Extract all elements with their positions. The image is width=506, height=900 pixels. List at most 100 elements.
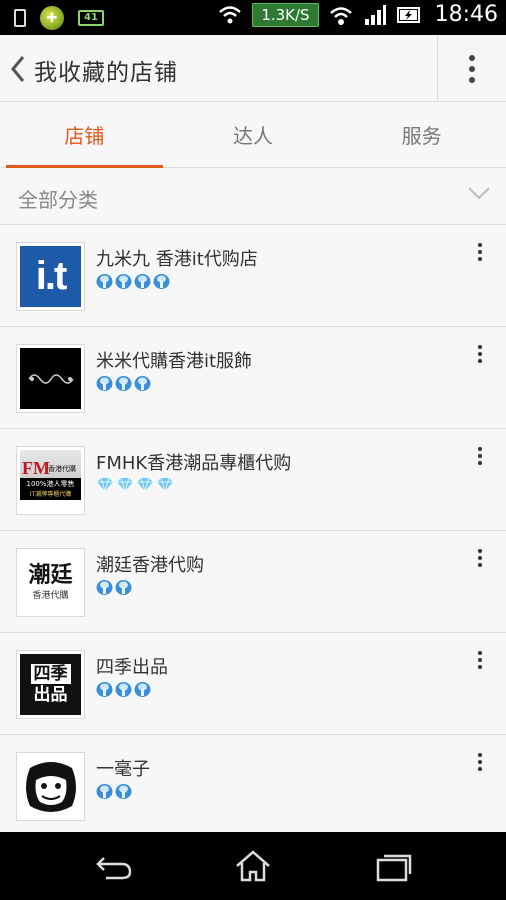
- tab-services[interactable]: 服务: [337, 102, 506, 167]
- diamond-rank-icon: [157, 477, 173, 492]
- more-dot: [478, 651, 482, 655]
- more-dot: [478, 447, 482, 451]
- signal-icon: [364, 4, 386, 25]
- row-more-button[interactable]: [468, 345, 492, 369]
- shop-name: 四季出品: [96, 657, 168, 678]
- more-dot: [478, 359, 482, 363]
- more-dot: [478, 454, 482, 458]
- row-more-button[interactable]: [468, 447, 492, 471]
- phone-icon: [14, 9, 26, 27]
- row-more-button[interactable]: [468, 243, 492, 267]
- ornament-logo-icon: [27, 373, 74, 384]
- network-speed: 1.3K/S: [252, 2, 319, 27]
- shop-name: 九米九 香港it代购店: [96, 249, 258, 270]
- more-dot: [478, 556, 482, 560]
- shop-logo-subtext: 香港代購: [32, 591, 69, 601]
- shop-logo: i.t: [16, 242, 85, 311]
- shop-row[interactable]: 四季 出品 四季出品: [0, 633, 506, 735]
- back-arrow-icon[interactable]: [6, 51, 30, 87]
- crown-rank-icon: [115, 376, 132, 391]
- more-dot: [478, 767, 482, 771]
- shop-logo: [16, 752, 85, 821]
- gorilla-logo-icon: [25, 761, 76, 812]
- crown-rank-icon: [115, 682, 132, 697]
- shop-logo-text: 潮廷: [28, 563, 73, 588]
- more-dot: [469, 76, 475, 83]
- wifi-icon: [219, 5, 242, 23]
- hotspot-icon: [329, 6, 352, 25]
- more-dot: [478, 563, 482, 567]
- tab-bar: 店铺 达人 服务: [0, 102, 506, 168]
- shop-row[interactable]: FM 香港代購 100%港人零售 IT潮牌專櫃代購 FMHK香港潮品專櫃代购: [0, 429, 506, 531]
- shop-logo-subtext: IT潮牌專櫃代購: [20, 490, 81, 500]
- crown-rank-icon: [115, 274, 132, 289]
- more-dot: [478, 753, 482, 757]
- more-dot: [478, 760, 482, 764]
- tab-experts[interactable]: 达人: [169, 102, 338, 167]
- status-bar: ✚ 41 1.3K/S 18:46: [0, 0, 506, 35]
- shop-logo-text: i.t: [35, 254, 68, 298]
- crown-rank-icon: [134, 376, 151, 391]
- more-dot: [469, 54, 475, 61]
- page-title: 我收藏的店铺: [34, 60, 178, 86]
- crown-rank-icon: [96, 682, 113, 697]
- more-dot: [478, 352, 482, 356]
- diamond-rank-icon: [117, 477, 133, 492]
- more-dot: [478, 658, 482, 662]
- shop-logo: FM 香港代購 100%港人零售 IT潮牌專櫃代購: [16, 446, 85, 515]
- recent-apps-icon[interactable]: [370, 848, 418, 884]
- more-dot: [469, 65, 475, 72]
- tab-shops[interactable]: 店铺: [0, 102, 169, 168]
- shop-name: FMHK香港潮品專櫃代购: [96, 453, 292, 474]
- shop-rank: [96, 681, 151, 698]
- app-header: 我收藏的店铺: [0, 35, 506, 102]
- row-more-button[interactable]: [468, 651, 492, 675]
- shop-row[interactable]: 一毫子: [0, 735, 506, 837]
- row-more-button[interactable]: [468, 753, 492, 777]
- crown-rank-icon: [96, 274, 113, 289]
- crown-rank-icon: [115, 580, 132, 595]
- shop-logo: 四季 出品: [16, 650, 85, 719]
- diamond-rank-icon: [137, 477, 153, 492]
- crown-rank-icon: [96, 376, 113, 391]
- shop-name: 潮廷香港代购: [96, 555, 204, 576]
- back-icon[interactable]: [90, 848, 138, 884]
- shop-logo-text: FM: [22, 458, 50, 478]
- shop-name: 一毫子: [96, 759, 150, 780]
- shop-rank: [96, 783, 132, 800]
- shop-row[interactable]: i.t 九米九 香港it代购店: [0, 225, 506, 327]
- shop-row[interactable]: 米米代購香港it服飾: [0, 327, 506, 429]
- crown-rank-icon: [134, 682, 151, 697]
- shop-logo-subtext: 香港代購: [48, 465, 76, 473]
- category-filter-label: 全部分类: [18, 188, 98, 212]
- row-more-button[interactable]: [468, 549, 492, 573]
- shop-row[interactable]: 潮廷 香港代購 潮廷香港代购: [0, 531, 506, 633]
- shop-logo: 潮廷 香港代購: [16, 548, 85, 617]
- shop-logo-subtext: 100%港人零售: [20, 478, 81, 490]
- more-dot: [478, 243, 482, 247]
- more-dot: [478, 549, 482, 553]
- diamond-rank-icon: [97, 477, 113, 492]
- more-options-button[interactable]: [438, 35, 506, 102]
- crown-rank-icon: [96, 580, 113, 595]
- category-filter[interactable]: 全部分类: [0, 168, 506, 225]
- shop-rank: [96, 273, 170, 290]
- shop-rank: [96, 477, 174, 492]
- more-dot: [478, 257, 482, 261]
- shop-logo-subtext: 出品: [33, 684, 68, 705]
- chevron-down-icon: [468, 187, 490, 200]
- system-nav-bar: [0, 832, 506, 900]
- app-notification-icon: ✚: [40, 6, 64, 30]
- crown-rank-icon: [115, 784, 132, 799]
- shop-rank: [96, 579, 132, 596]
- clock: 18:46: [434, 2, 498, 27]
- more-dot: [478, 345, 482, 349]
- crown-rank-icon: [134, 274, 151, 289]
- more-dot: [478, 250, 482, 254]
- shop-list: i.t 九米九 香港it代购店 米米代購香港it服飾 FM 香港代購 100%港…: [0, 225, 506, 837]
- shop-logo: [16, 344, 85, 413]
- home-icon[interactable]: [229, 848, 277, 884]
- more-dot: [478, 665, 482, 669]
- shop-rank: [96, 375, 151, 392]
- crown-rank-icon: [153, 274, 170, 289]
